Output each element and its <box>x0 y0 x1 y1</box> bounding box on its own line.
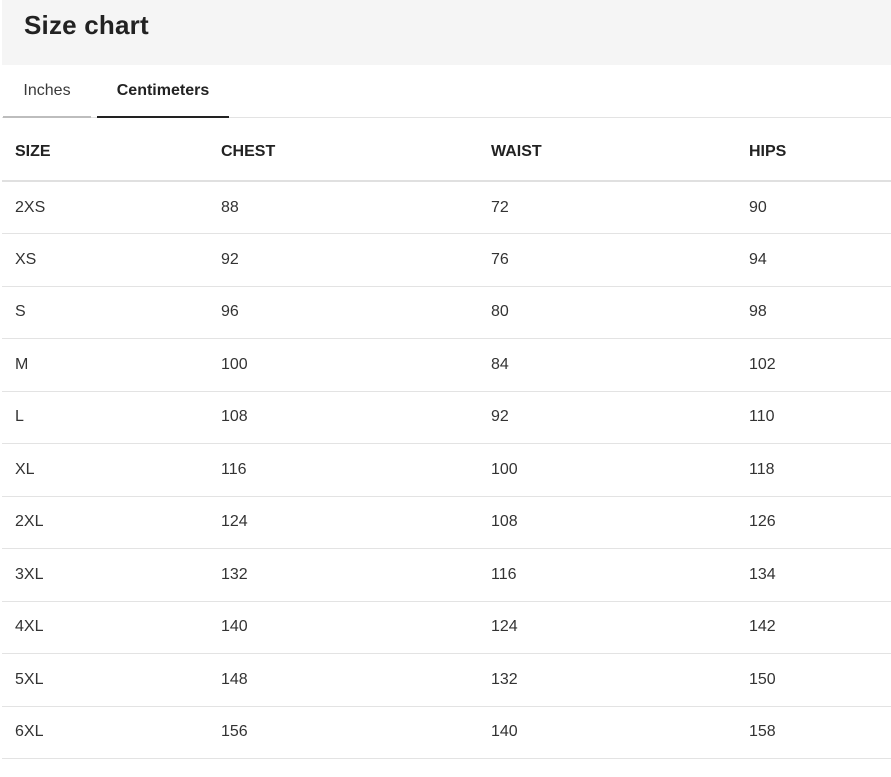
cell-size: XL <box>2 443 208 497</box>
cell-hips: 134 <box>736 548 891 602</box>
cell-waist: 80 <box>478 286 736 339</box>
size-table: SIZE CHEST WAIST HIPS 2XS 88 72 90 XS 92 76 94 S… <box>2 118 891 759</box>
cell-chest: 108 <box>208 391 478 444</box>
cell-waist: 140 <box>478 706 736 759</box>
cell-waist: 92 <box>478 391 736 444</box>
table-row: 2XS 88 72 90 <box>2 181 891 234</box>
page-title: Size chart <box>24 10 149 40</box>
table-row: 5XL 148 132 150 <box>2 653 891 707</box>
cell-size: 6XL <box>2 706 208 759</box>
size-chart-panel: Size chart Inches Centimeters SIZE CHEST… <box>0 0 891 777</box>
table-row: XL 116 100 118 <box>2 443 891 497</box>
cell-chest: 132 <box>208 548 478 602</box>
tab-inches[interactable]: Inches <box>3 65 91 118</box>
cell-size: 2XS <box>2 181 208 234</box>
cell-size: M <box>2 338 208 392</box>
table-row: 3XL 132 116 134 <box>2 548 891 602</box>
cell-hips: 126 <box>736 496 891 549</box>
cell-size: XS <box>2 233 208 287</box>
cell-hips: 142 <box>736 601 891 654</box>
cell-hips: 150 <box>736 653 891 707</box>
cell-size: 5XL <box>2 653 208 707</box>
cell-chest: 124 <box>208 496 478 549</box>
cell-hips: 118 <box>736 443 891 497</box>
cell-chest: 116 <box>208 443 478 497</box>
tab-centimeters[interactable]: Centimeters <box>97 65 229 118</box>
cell-waist: 124 <box>478 601 736 654</box>
cell-size: 4XL <box>2 601 208 654</box>
cell-waist: 132 <box>478 653 736 707</box>
column-header-chest: CHEST <box>208 118 478 182</box>
table-row: L 108 92 110 <box>2 391 891 444</box>
cell-hips: 98 <box>736 286 891 339</box>
cell-chest: 148 <box>208 653 478 707</box>
header-bar: Size chart <box>2 0 891 65</box>
table-row: M 100 84 102 <box>2 338 891 392</box>
table-body: 2XS 88 72 90 XS 92 76 94 S 96 80 98 M 100 84 102 L 108 92 1… <box>2 181 891 759</box>
table-row: 2XL 124 108 126 <box>2 496 891 549</box>
cell-waist: 100 <box>478 443 736 497</box>
table-row: XS 92 76 94 <box>2 233 891 287</box>
table-row: 4XL 140 124 142 <box>2 601 891 654</box>
column-header-size: SIZE <box>2 118 208 182</box>
cell-hips: 110 <box>736 391 891 444</box>
cell-size: 3XL <box>2 548 208 602</box>
cell-chest: 140 <box>208 601 478 654</box>
unit-tabs: Inches Centimeters <box>2 65 891 118</box>
cell-hips: 94 <box>736 233 891 287</box>
cell-hips: 90 <box>736 181 891 234</box>
cell-waist: 76 <box>478 233 736 287</box>
cell-waist: 72 <box>478 181 736 234</box>
cell-chest: 156 <box>208 706 478 759</box>
column-header-hips: HIPS <box>736 118 891 182</box>
cell-size: S <box>2 286 208 339</box>
cell-chest: 88 <box>208 181 478 234</box>
cell-size: L <box>2 391 208 444</box>
table-header-row: SIZE CHEST WAIST HIPS <box>2 118 891 182</box>
cell-size: 2XL <box>2 496 208 549</box>
table-row: 6XL 156 140 158 <box>2 706 891 759</box>
cell-chest: 100 <box>208 338 478 392</box>
cell-waist: 108 <box>478 496 736 549</box>
cell-hips: 158 <box>736 706 891 759</box>
cell-waist: 116 <box>478 548 736 602</box>
cell-hips: 102 <box>736 338 891 392</box>
cell-waist: 84 <box>478 338 736 392</box>
column-header-waist: WAIST <box>478 118 736 182</box>
cell-chest: 96 <box>208 286 478 339</box>
cell-chest: 92 <box>208 233 478 287</box>
table-row: S 96 80 98 <box>2 286 891 339</box>
